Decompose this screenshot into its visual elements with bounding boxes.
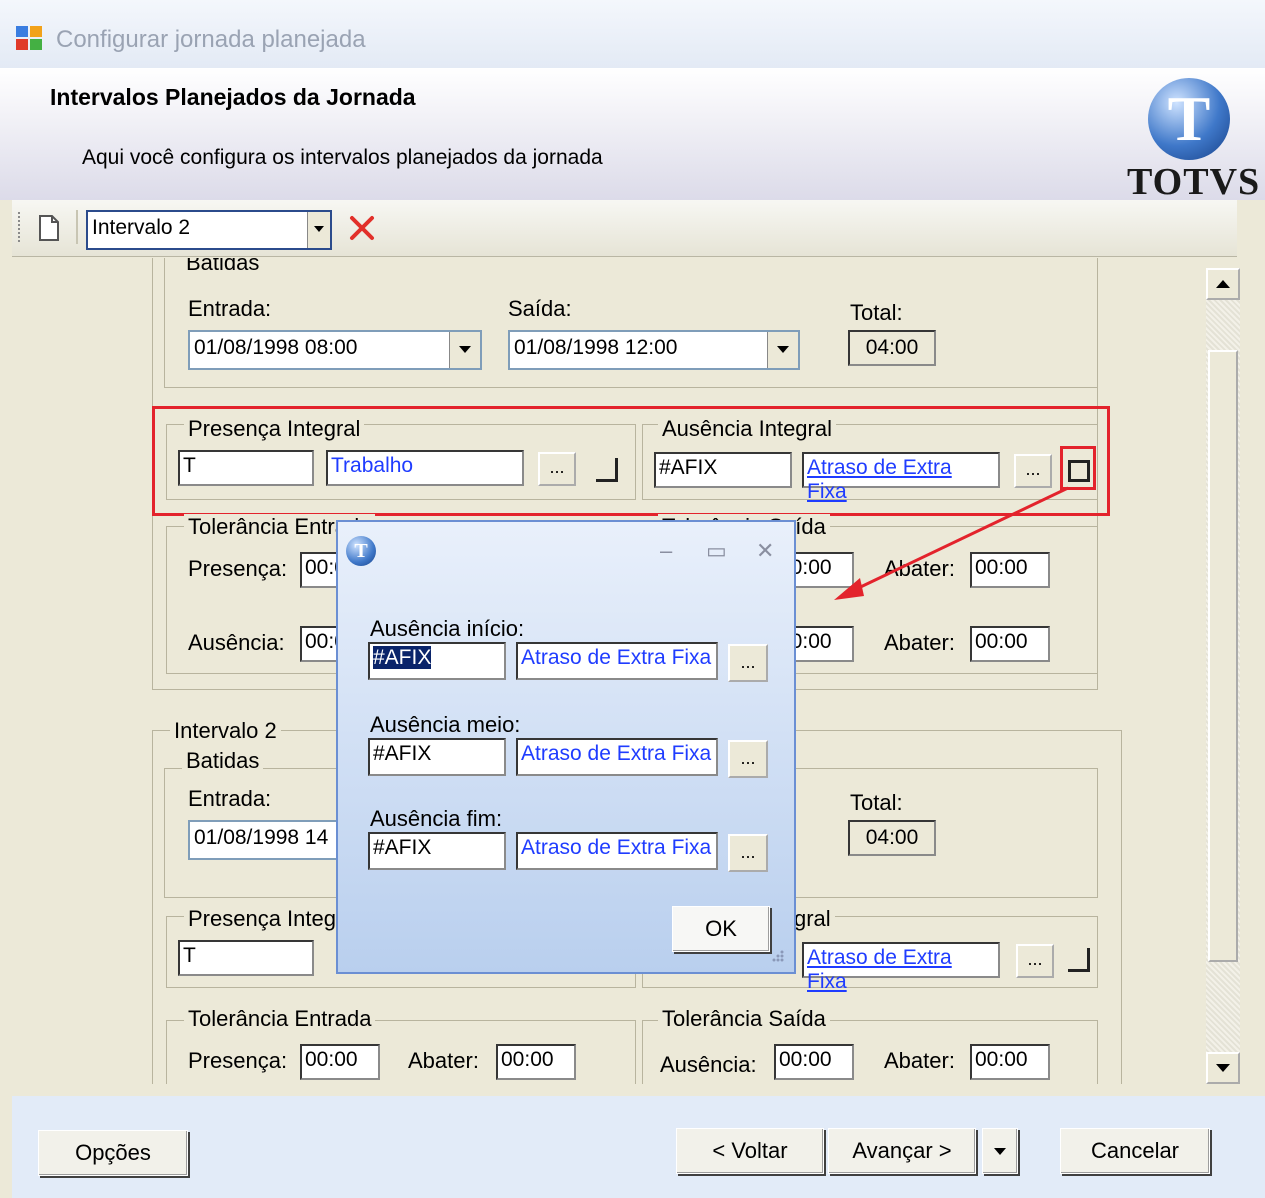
- ausencia-fim-desc[interactable]: Atraso de Extra Fixa: [516, 832, 718, 870]
- arrow-up-icon: [1216, 280, 1230, 288]
- minimize-button[interactable]: –: [660, 538, 672, 564]
- avancar-dropdown-button[interactable]: [982, 1128, 1018, 1174]
- opcoes-button[interactable]: Opções: [38, 1130, 188, 1176]
- tol-saida-2-abater-label: Abater:: [884, 1048, 955, 1073]
- tol-saida-1-abater2-label: Abater:: [884, 630, 955, 655]
- tol-saida-1-abater2-value[interactable]: 00:00: [970, 626, 1050, 662]
- ausencia-inicio-desc[interactable]: Atraso de Extra Fixa: [516, 642, 718, 680]
- saida-1-label: Saída:: [508, 296, 572, 321]
- saida-1-select[interactable]: 01/08/1998 12:00: [508, 330, 800, 370]
- entrada-2-label: Entrada:: [188, 786, 272, 811]
- new-document-icon[interactable]: [38, 214, 60, 242]
- interval-2-title: Intervalo 2: [170, 718, 281, 744]
- entrada-2-select[interactable]: 01/08/1998 14: [188, 820, 352, 860]
- tol-entrada-2-label: Tolerância Entrada: [184, 1006, 376, 1032]
- scroll-down-button[interactable]: [1206, 1052, 1240, 1084]
- close-button[interactable]: ✕: [756, 538, 774, 564]
- toolbar: Intervalo 2: [12, 200, 1237, 257]
- annotation-arrow: [834, 486, 1069, 600]
- totvs-small-icon: T: [346, 536, 376, 566]
- ausencia-fim-code[interactable]: #AFIX: [368, 832, 506, 870]
- wizard-header: Intervalos Planejados da Jornada Aqui vo…: [0, 68, 1265, 203]
- saida-1-value: 01/08/1998 12:00: [514, 336, 678, 359]
- window-title: Configurar jornada planejada: [56, 26, 366, 53]
- ausencia-integral-2-label: gral: [790, 906, 835, 932]
- resize-grip-icon[interactable]: [766, 948, 786, 968]
- interval-select[interactable]: Intervalo 2: [86, 210, 332, 250]
- tol-saida-2-abater-value[interactable]: 00:00: [970, 1044, 1050, 1080]
- ausencia-inicio-label: Ausência início:: [370, 616, 525, 641]
- presenca-integral-2-code[interactable]: T: [178, 940, 314, 976]
- ausencia-inicio-lookup-button[interactable]: ...: [728, 644, 768, 682]
- scroll-up-button[interactable]: [1206, 268, 1240, 300]
- toolbar-separator: [76, 210, 78, 244]
- ausencia-meio-code[interactable]: #AFIX: [368, 738, 506, 776]
- entrada-2-value: 01/08/1998 14: [194, 826, 329, 849]
- entrada-1-value: 01/08/1998 08:00: [194, 336, 358, 359]
- presenca-integral-2-label: Presença Integ: [184, 906, 340, 932]
- ausencia-integral-2-checkbox[interactable]: [1068, 948, 1090, 972]
- ausencia-dialog: T – ▭ ✕ Ausência início: #AFIX Atraso de…: [336, 520, 796, 974]
- ausencia-integral-2-desc[interactable]: Atraso de Extra Fixa: [802, 942, 1000, 993]
- totvs-logo-text: TOTVS: [1127, 161, 1261, 203]
- tol-saida-2-ausencia-value[interactable]: 00:00: [774, 1044, 854, 1080]
- title-bar: Configurar jornada planejada: [0, 0, 1265, 68]
- page-title: Intervalos Planejados da Jornada: [50, 84, 416, 110]
- ausencia-meio-lookup-button[interactable]: ...: [728, 740, 768, 778]
- interval-select-value: Intervalo 2: [92, 216, 191, 239]
- total-1-value: 04:00: [848, 330, 936, 366]
- tol-entrada-2-presenca-label: Presença:: [188, 1048, 288, 1073]
- tol-entrada-1-presenca-label: Presença:: [188, 556, 288, 581]
- tol-entrada-2-abater-label: Abater:: [408, 1048, 479, 1073]
- batidas-1-label: Batidas: [182, 258, 264, 276]
- tol-entrada-2-abater-value[interactable]: 00:00: [496, 1044, 576, 1080]
- batidas-2-label: Batidas: [182, 748, 264, 774]
- chevron-down-icon[interactable]: [449, 332, 480, 368]
- tol-entrada-1-ausencia-label: Ausência:: [188, 630, 285, 655]
- chevron-down-icon[interactable]: [767, 332, 798, 368]
- scroll-thumb[interactable]: [1208, 350, 1238, 962]
- ausencia-integral-2-lookup-button[interactable]: ...: [1016, 944, 1054, 978]
- total-2-value: 04:00: [848, 820, 936, 856]
- ausencia-inicio-code-selected: #AFIX: [373, 646, 432, 669]
- delete-icon[interactable]: [348, 214, 376, 242]
- dialog-title-bar: T – ▭ ✕: [338, 522, 794, 580]
- voltar-button[interactable]: < Voltar: [676, 1128, 824, 1174]
- tol-saida-2-label: Tolerância Saída: [658, 1006, 830, 1032]
- chevron-down-icon[interactable]: [307, 212, 330, 248]
- cancelar-button[interactable]: Cancelar: [1060, 1128, 1210, 1174]
- total-2-label: Total:: [850, 790, 903, 815]
- totvs-logo-mark: T: [1167, 83, 1211, 154]
- ausencia-inicio-code[interactable]: #AFIX: [368, 642, 506, 680]
- ausencia-meio-desc[interactable]: Atraso de Extra Fixa: [516, 738, 718, 776]
- total-1-label: Total:: [850, 300, 903, 325]
- arrow-down-icon: [1216, 1064, 1230, 1072]
- ausencia-meio-label: Ausência meio:: [370, 712, 521, 737]
- ausencia-fim-label: Ausência fim:: [370, 806, 503, 831]
- maximize-button[interactable]: ▭: [706, 538, 727, 564]
- tol-entrada-2-presenca-value[interactable]: 00:00: [300, 1044, 380, 1080]
- entrada-1-label: Entrada:: [188, 296, 272, 321]
- toolbar-grip[interactable]: [18, 212, 24, 242]
- chevron-down-icon: [994, 1148, 1006, 1155]
- avancar-button[interactable]: Avançar >: [828, 1128, 976, 1174]
- app-window-icon: [16, 26, 42, 50]
- entrada-1-select[interactable]: 01/08/1998 08:00: [188, 330, 482, 370]
- tol-saida-2-ausencia-label: Ausência:: [660, 1052, 757, 1077]
- page-subtitle: Aqui você configura os intervalos planej…: [82, 146, 603, 169]
- ausencia-fim-lookup-button[interactable]: ...: [728, 834, 768, 872]
- ok-button[interactable]: OK: [672, 906, 770, 952]
